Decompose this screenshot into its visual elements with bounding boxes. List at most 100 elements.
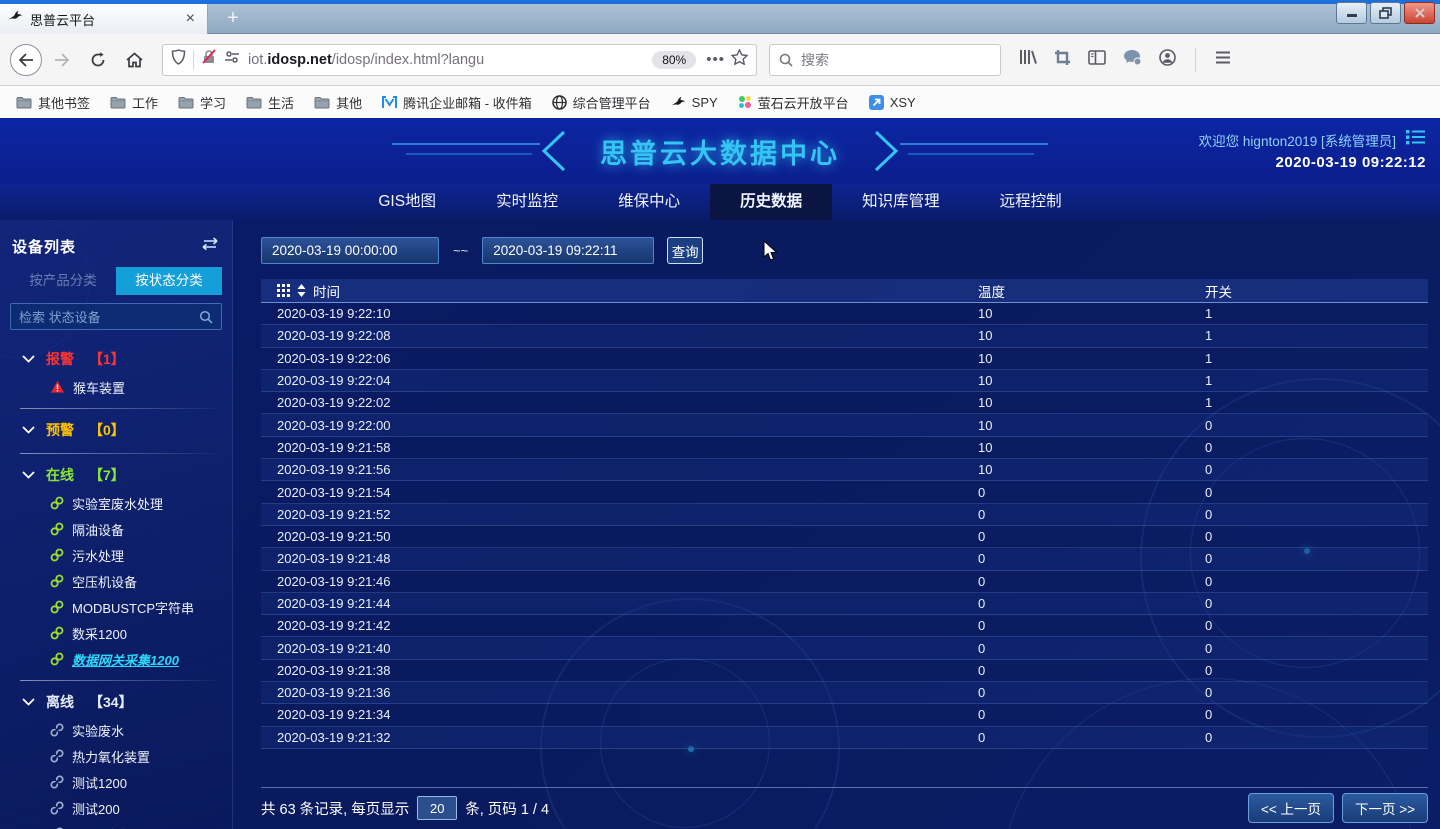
bookmark-item[interactable]: 学习 <box>178 93 226 112</box>
bookmark-item[interactable]: 生活 <box>246 93 294 112</box>
window-restore-button[interactable] <box>1370 2 1401 24</box>
group-header-在线[interactable]: 在线【7】 <box>10 460 222 490</box>
device-item[interactable]: 数据网关采集1200 <box>10 646 222 672</box>
device-item[interactable]: 测试200 <box>10 795 222 821</box>
group-header-预警[interactable]: 预警【0】 <box>10 415 222 445</box>
table-row[interactable]: 2020-03-19 9:21:58100 <box>261 437 1428 459</box>
reload-button[interactable] <box>82 44 114 76</box>
start-datetime-input[interactable]: 2020-03-19 00:00:00 <box>261 237 439 264</box>
device-item[interactable]: 0809测试2 <box>10 821 222 829</box>
device-item[interactable]: 空压机设备 <box>10 568 222 594</box>
url-text[interactable]: iot.idosp.net/idosp/index.html?langu <box>248 52 648 68</box>
mouse-cursor <box>763 240 778 262</box>
bookmark-item[interactable]: 萤石云开放平台 <box>738 93 849 112</box>
screenshot-crop-icon[interactable] <box>1054 49 1071 71</box>
table-row[interactable]: 2020-03-19 9:21:4800 <box>261 548 1428 570</box>
home-button[interactable] <box>118 44 150 76</box>
nav-tab-维保中心[interactable]: 维保中心 <box>588 184 710 220</box>
bookmark-item[interactable]: 腾讯企业邮箱 - 收件箱 <box>382 93 532 112</box>
device-item[interactable]: 实验废水 <box>10 717 222 743</box>
table-row[interactable]: 2020-03-19 9:22:08101 <box>261 325 1428 347</box>
table-row[interactable]: 2020-03-19 9:21:5200 <box>261 504 1428 526</box>
bookmark-item[interactable]: 其他 <box>314 93 362 112</box>
bookmark-item[interactable]: 其他书签 <box>16 93 90 112</box>
browser-tab[interactable]: 思普云平台 × <box>0 4 208 34</box>
sort-icon[interactable] <box>297 284 306 297</box>
table-row[interactable]: 2020-03-19 9:21:4600 <box>261 571 1428 593</box>
nav-tab-知识库管理[interactable]: 知识库管理 <box>832 184 970 220</box>
group-header-报警[interactable]: 报警【1】 <box>10 344 222 374</box>
page-size-input[interactable]: 20 <box>417 796 457 820</box>
device-search-input[interactable]: 检索 状态设备 <box>10 303 222 330</box>
table-row[interactable]: 2020-03-19 9:22:04101 <box>261 370 1428 392</box>
forward-button[interactable] <box>46 44 78 76</box>
sidebar-tab-按产品分类[interactable]: 按产品分类 <box>10 267 116 295</box>
nav-tab-实时监控[interactable]: 实时监控 <box>466 184 588 220</box>
device-item[interactable]: MODBUSTCP字符串 <box>10 594 222 620</box>
group-header-离线[interactable]: 离线【34】 <box>10 687 222 717</box>
prev-page-button[interactable]: << 上一页 <box>1248 793 1334 823</box>
zoom-level-badge[interactable]: 80% <box>652 51 696 69</box>
cell-temperature: 10 <box>978 440 1205 455</box>
permissions-icon[interactable] <box>224 50 240 69</box>
device-item[interactable]: 隔油设备 <box>10 516 222 542</box>
table-row[interactable]: 2020-03-19 9:21:5400 <box>261 481 1428 503</box>
chat-extension-icon[interactable] <box>1123 49 1142 71</box>
collapse-swap-icon[interactable] <box>200 237 220 256</box>
table-row[interactable]: 2020-03-19 9:21:4000 <box>261 637 1428 659</box>
back-button[interactable] <box>10 44 42 76</box>
sidebar-tab-按状态分类[interactable]: 按状态分类 <box>116 267 222 295</box>
table-row[interactable]: 2020-03-19 9:21:3200 <box>261 727 1428 749</box>
insecure-lock-icon[interactable] <box>201 49 217 70</box>
query-button[interactable]: 查询 <box>667 237 703 264</box>
group-divider <box>20 453 216 454</box>
cell-switch: 0 <box>1205 574 1428 589</box>
window-close-button[interactable] <box>1404 2 1435 24</box>
nav-tab-远程控制[interactable]: 远程控制 <box>970 184 1092 220</box>
url-bar[interactable]: iot.idosp.net/idosp/index.html?langu 80%… <box>162 44 757 76</box>
nav-tab-历史数据[interactable]: 历史数据 <box>710 184 832 220</box>
device-item[interactable]: 实验室废水处理 <box>10 490 222 516</box>
device-item[interactable]: 猴车装置 <box>10 374 222 400</box>
device-item[interactable]: 测试1200 <box>10 769 222 795</box>
device-item[interactable]: 热力氧化装置 <box>10 743 222 769</box>
col-time-label[interactable]: 时间 <box>313 281 340 301</box>
table-row[interactable]: 2020-03-19 9:21:3600 <box>261 682 1428 704</box>
bookmark-item[interactable]: 综合管理平台 <box>552 93 651 112</box>
col-temperature-label[interactable]: 温度 <box>978 281 1205 301</box>
bookmark-item[interactable]: SPY <box>671 95 718 110</box>
user-menu-list-icon[interactable] <box>1406 129 1426 150</box>
end-datetime-input[interactable]: 2020-03-19 09:22:11 <box>482 237 654 264</box>
table-row[interactable]: 2020-03-19 9:21:3400 <box>261 704 1428 726</box>
library-icon[interactable] <box>1019 49 1037 70</box>
table-row[interactable]: 2020-03-19 9:22:06101 <box>261 348 1428 370</box>
menu-hamburger-icon[interactable] <box>1215 51 1231 69</box>
nav-tab-GIS地图[interactable]: GIS地图 <box>348 184 466 220</box>
table-row[interactable]: 2020-03-19 9:21:4200 <box>261 615 1428 637</box>
window-minimize-button[interactable] <box>1336 2 1367 24</box>
bookmark-item[interactable]: XSY <box>869 95 916 110</box>
table-row[interactable]: 2020-03-19 9:22:02101 <box>261 392 1428 414</box>
device-item[interactable]: 数采1200 <box>10 620 222 646</box>
table-row[interactable]: 2020-03-19 9:21:3800 <box>261 660 1428 682</box>
table-row[interactable]: 2020-03-19 9:21:5000 <box>261 526 1428 548</box>
col-switch-label[interactable]: 开关 <box>1205 281 1428 301</box>
tracking-shield-icon[interactable] <box>171 49 186 70</box>
grid-columns-icon[interactable] <box>277 284 290 297</box>
new-tab-button[interactable]: + <box>218 6 248 32</box>
tab-close-icon[interactable]: × <box>182 11 199 27</box>
table-row[interactable]: 2020-03-19 9:21:4400 <box>261 593 1428 615</box>
next-page-button[interactable]: 下一页 >> <box>1342 793 1428 823</box>
bookmark-star-icon[interactable] <box>731 49 748 70</box>
sidebar-toggle-icon[interactable] <box>1088 50 1106 70</box>
device-item[interactable]: 污水处理 <box>10 542 222 568</box>
search-icon <box>779 53 793 67</box>
page-actions-icon[interactable]: ••• <box>706 51 725 68</box>
bookmark-item[interactable]: 工作 <box>110 93 158 112</box>
table-row[interactable]: 2020-03-19 9:22:10101 <box>261 303 1428 325</box>
search-bar[interactable]: 搜索 <box>769 44 1001 76</box>
table-row[interactable]: 2020-03-19 9:22:00100 <box>261 414 1428 436</box>
account-icon[interactable] <box>1159 49 1176 71</box>
cell-switch: 1 <box>1205 373 1428 388</box>
table-row[interactable]: 2020-03-19 9:21:56100 <box>261 459 1428 481</box>
